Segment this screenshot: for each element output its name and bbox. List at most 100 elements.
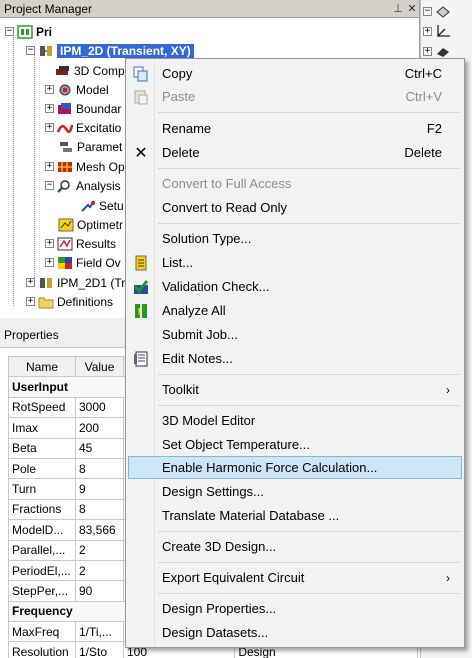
list-icon [132, 254, 150, 272]
menu-item-set-object-temperature[interactable]: Set Object Temperature... [128, 433, 462, 456]
menu-item-label: Analyze All [162, 303, 226, 318]
property-value[interactable]: 1/Ti,... [75, 621, 124, 643]
property-value[interactable]: 83,566 [75, 519, 124, 541]
strip-item[interactable]: + [423, 22, 454, 40]
pin-icon[interactable]: ⊥ [391, 2, 405, 15]
tree-node-boundaries[interactable]: + Boundar [45, 99, 121, 118]
property-value[interactable]: 1/Sto [75, 641, 124, 658]
tree-node-setup[interactable]: Setu [80, 196, 124, 215]
collapse-toggle[interactable]: − [45, 181, 54, 190]
property-value[interactable]: 9 [75, 478, 124, 500]
coordinate-system-icon [435, 24, 451, 38]
column-header-value[interactable]: Value [75, 355, 124, 378]
tree-node-analysis[interactable]: − Analysis [45, 176, 121, 195]
menu-item-label: Submit Job... [162, 327, 238, 342]
expand-toggle[interactable]: + [26, 297, 35, 306]
tree-node-optimetrics[interactable]: Optimetr [58, 215, 123, 234]
property-value[interactable]: 90 [75, 580, 124, 602]
validation-check-icon [132, 278, 150, 296]
menu-item-label: Solution Type... [162, 231, 252, 246]
menu-item-3d-model-editor[interactable]: 3D Model Editor [128, 409, 462, 432]
tree-node-model[interactable]: + Model [45, 80, 109, 99]
menu-item-copy[interactable]: Copy Ctrl+C [128, 62, 462, 85]
property-value[interactable]: 8 [75, 498, 124, 521]
menu-item-label: Enable Harmonic Force Calculation... [162, 460, 378, 475]
menu-item-label: Export Equivalent Circuit [162, 570, 305, 585]
tree-node-excitations[interactable]: + Excitatio [45, 118, 121, 137]
tree-node-results[interactable]: + Results [45, 234, 116, 253]
tree-node-definitions[interactable]: + Definitions [26, 292, 113, 311]
property-value[interactable]: 45 [75, 437, 124, 459]
expand-toggle[interactable]: + [423, 46, 432, 56]
menu-item-convert-full-access[interactable]: Convert to Full Access [128, 172, 462, 195]
menu-item-create-3d-design[interactable]: Create 3D Design... [128, 535, 462, 558]
menu-item-validation-check[interactable]: Validation Check... [128, 275, 462, 298]
property-value[interactable]: 2 [75, 559, 124, 582]
property-value[interactable]: 2 [75, 539, 124, 561]
project-icon [17, 24, 33, 39]
expand-toggle[interactable]: + [26, 278, 35, 287]
delete-x-icon: ✕ [134, 144, 148, 162]
menu-item-design-settings[interactable]: Design Settings... [128, 480, 462, 503]
menu-item-delete[interactable]: ✕ Delete Delete [128, 141, 462, 164]
menu-separator [158, 223, 460, 224]
menu-item-convert-read-only[interactable]: Convert to Read Only [128, 196, 462, 219]
tree-node-label: Mesh Op [76, 159, 125, 174]
tree-node-design-ipm2d1[interactable]: + IPM_2D1 (Tr [26, 273, 125, 292]
menu-item-submit-job[interactable]: Submit Job... [128, 323, 462, 346]
optimetrics-icon [58, 218, 74, 232]
tree-node-mesh-operations[interactable]: + Mesh Op [45, 157, 125, 176]
collapse-toggle[interactable]: − [5, 27, 14, 36]
tree-node-parameters[interactable]: Paramet [58, 137, 122, 156]
property-value[interactable]: 200 [75, 417, 124, 439]
menu-item-label: Copy [162, 66, 193, 81]
expand-toggle[interactable]: + [45, 85, 54, 94]
expand-toggle[interactable]: + [45, 162, 54, 171]
column-header-name[interactable]: Name [8, 355, 76, 378]
property-value[interactable]: 3000 [75, 396, 124, 419]
tree-node-label: IPM_2D1 (Tr [57, 275, 126, 290]
paste-icon [132, 88, 150, 106]
property-value[interactable]: 8 [75, 457, 124, 480]
menu-item-translate-material-database[interactable]: Translate Material Database ... [128, 504, 462, 527]
excitations-icon [56, 121, 74, 135]
property-name: Pole [8, 457, 76, 480]
tree-node-label: Paramet [77, 139, 123, 154]
property-name: RotSpeed [8, 396, 76, 419]
property-name: Imax [8, 417, 76, 439]
collapse-toggle[interactable]: − [423, 6, 432, 16]
strip-item[interactable]: − [423, 2, 454, 20]
menu-separator [158, 562, 460, 563]
menu-item-label: List... [162, 255, 194, 270]
menu-item-design-datasets[interactable]: Design Datasets... [128, 621, 462, 644]
menu-item-paste[interactable]: Paste Ctrl+V [128, 85, 462, 108]
menu-separator [158, 112, 460, 113]
menu-item-design-properties[interactable]: Design Properties... [128, 597, 462, 620]
planes-icon [435, 44, 451, 58]
menu-item-list[interactable]: List... [128, 251, 462, 274]
collapse-toggle[interactable]: − [26, 46, 35, 55]
tree-node-3d-comp[interactable]: 3D Comp [55, 61, 125, 80]
menu-item-shortcut: Ctrl+C [404, 66, 442, 81]
menu-item-shortcut: Delete [404, 145, 442, 160]
expand-toggle[interactable]: + [45, 239, 54, 248]
expand-toggle[interactable]: + [45, 104, 54, 113]
menu-item-edit-notes[interactable]: Edit Notes... [128, 347, 462, 370]
menu-item-analyze-all[interactable]: ! Analyze All [128, 299, 462, 322]
menu-item-solution-type[interactable]: Solution Type... [128, 227, 462, 250]
tree-node-project[interactable]: − Pri [5, 22, 52, 41]
tree-node-field-overlays[interactable]: + Field Ov [45, 253, 121, 272]
menu-item-toolkit[interactable]: Toolkit › [128, 378, 462, 401]
expand-toggle[interactable]: + [423, 26, 432, 36]
expand-toggle[interactable]: + [45, 123, 54, 132]
property-name: ModelD... [8, 519, 76, 541]
menu-item-label: Set Object Temperature... [162, 437, 310, 452]
menu-item-rename[interactable]: Rename F2 [128, 117, 462, 140]
menu-item-export-equivalent-circuit[interactable]: Export Equivalent Circuit › [128, 566, 462, 589]
property-name: Resolution [8, 641, 76, 658]
expand-toggle[interactable]: + [45, 258, 54, 267]
menu-item-enable-harmonic-force[interactable]: Enable Harmonic Force Calculation... [128, 456, 462, 479]
close-icon[interactable]: ✕ [405, 2, 419, 15]
copy-icon [132, 65, 150, 83]
menu-item-label: Validation Check... [162, 279, 270, 294]
